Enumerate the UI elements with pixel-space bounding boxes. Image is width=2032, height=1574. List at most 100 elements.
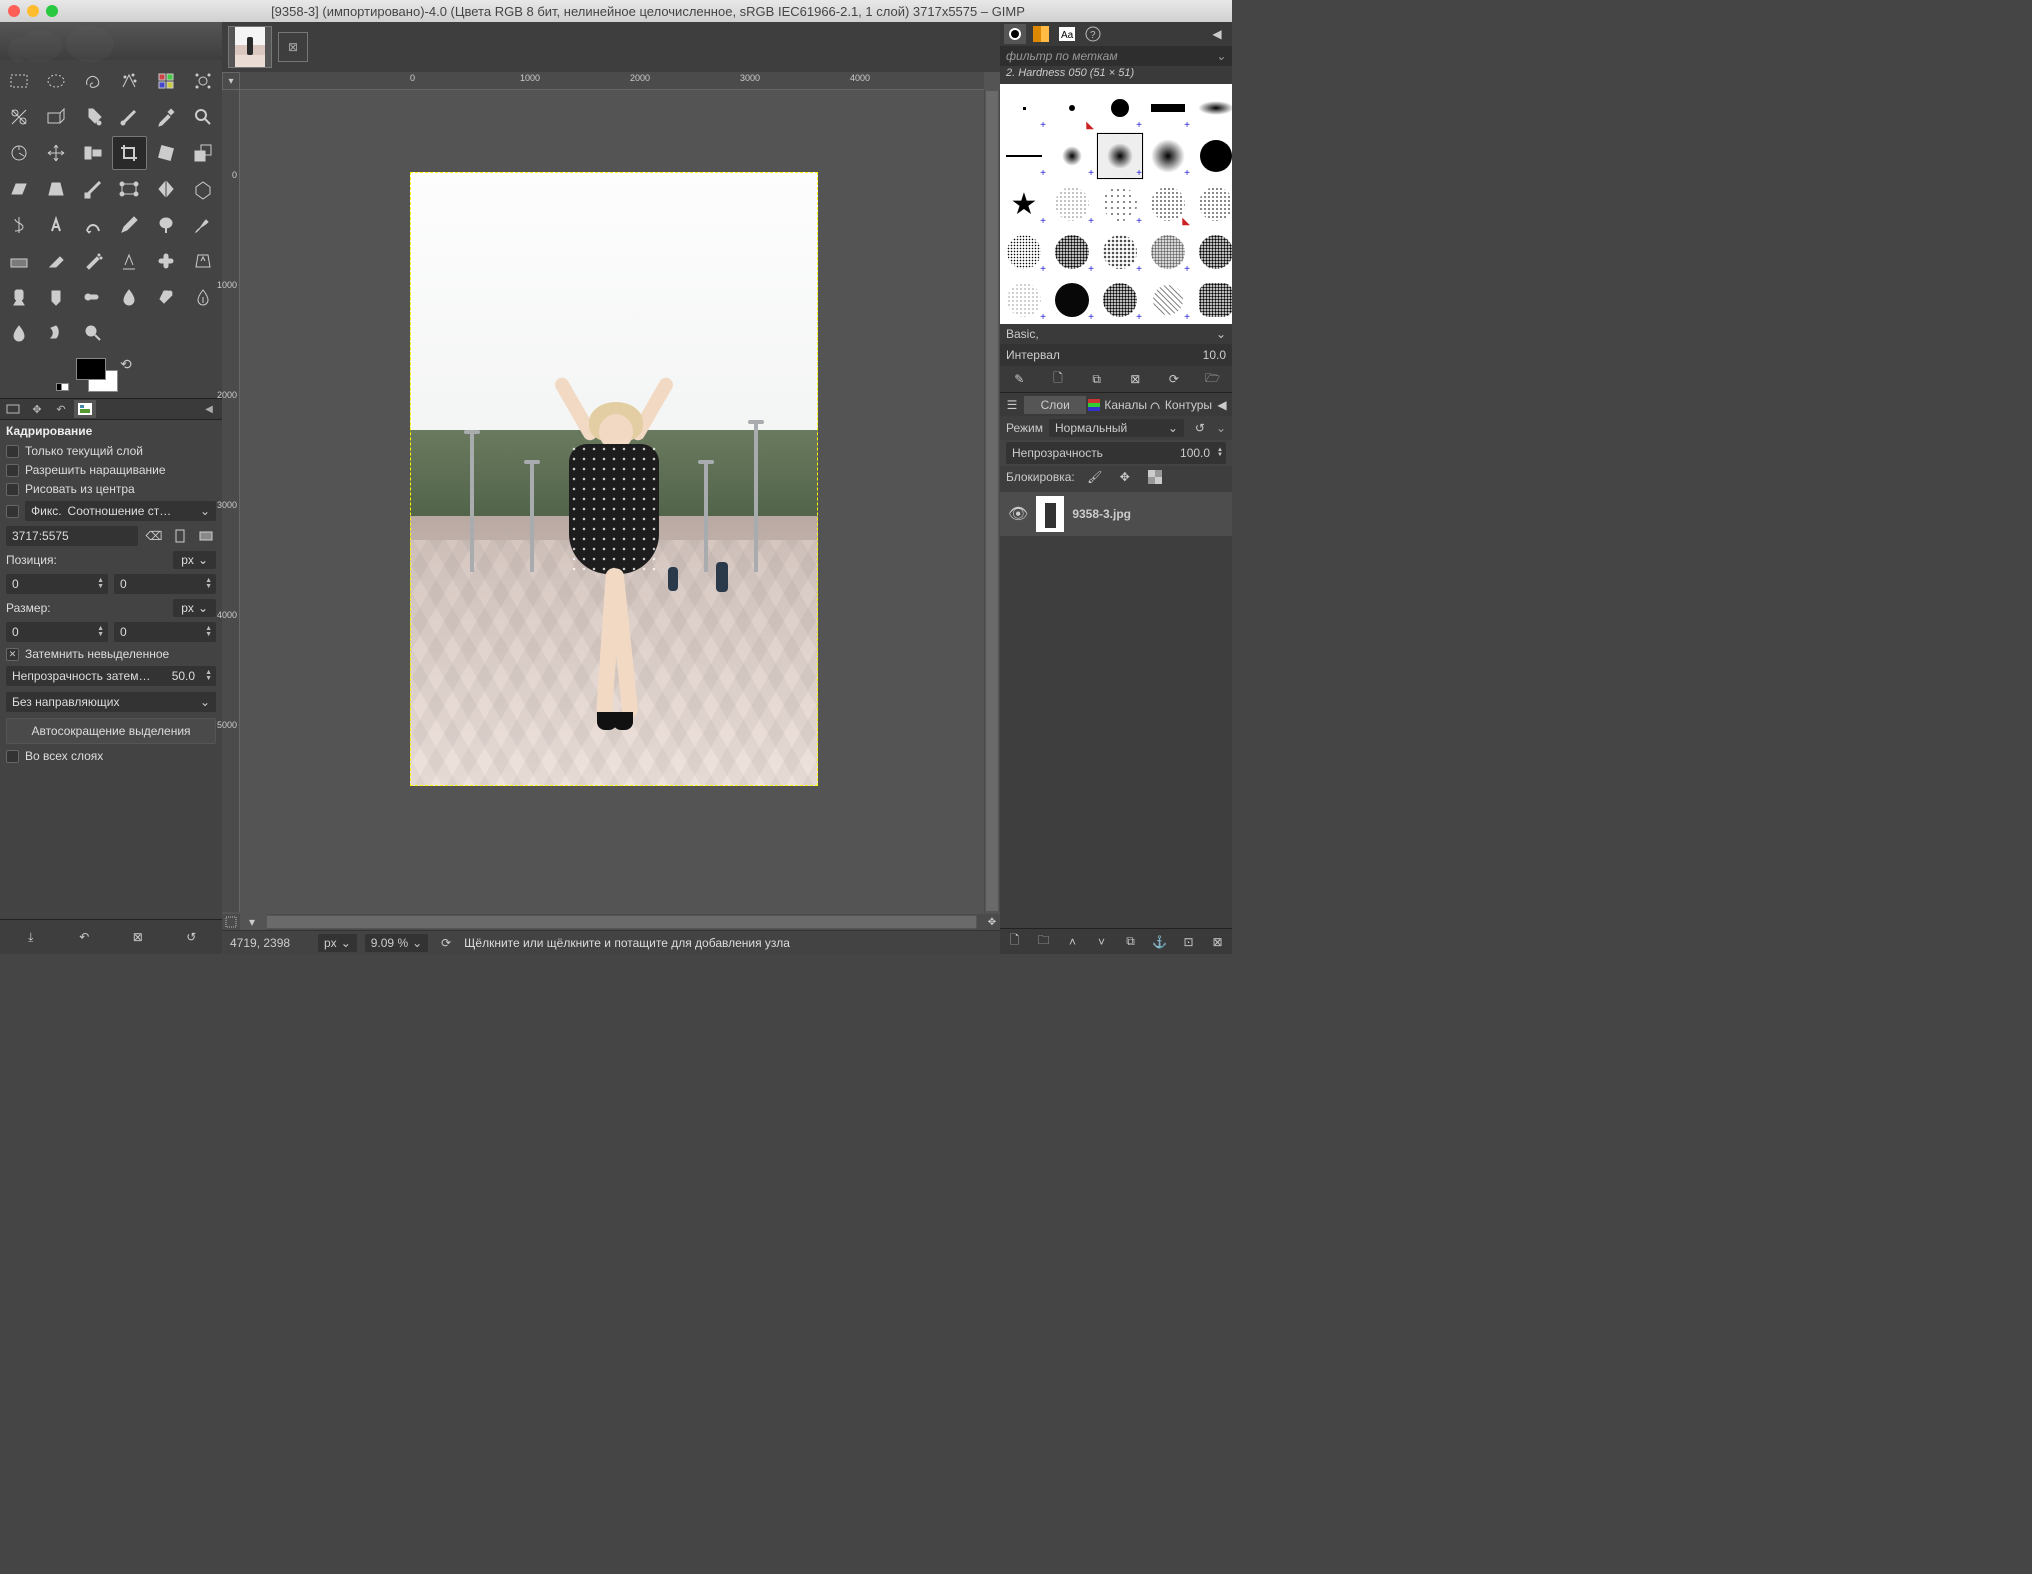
- brush-item[interactable]: +: [1048, 180, 1096, 228]
- brush-item[interactable]: +: [1048, 228, 1096, 276]
- swap-colors-icon[interactable]: ⟲: [120, 356, 132, 373]
- duplicate-brush-icon[interactable]: ⧉: [1087, 369, 1107, 389]
- navigation-icon[interactable]: ✥: [984, 914, 1000, 930]
- tab-fonts[interactable]: Aa: [1056, 24, 1078, 44]
- cage-tool[interactable]: [185, 172, 220, 206]
- smudge-tool[interactable]: [39, 280, 74, 314]
- tab-layers[interactable]: Слои: [1024, 396, 1086, 414]
- autoshrink-button[interactable]: Автосокращение выделения: [6, 718, 216, 744]
- guides-dropdown[interactable]: Без направляющих ⌄: [6, 692, 216, 712]
- blend-mode-dropdown[interactable]: Нормальный⌄: [1049, 419, 1184, 437]
- tab-brushes[interactable]: [1004, 24, 1026, 44]
- brush-item[interactable]: +: [1096, 180, 1144, 228]
- clone-tool[interactable]: [112, 244, 147, 278]
- ruler-horizontal[interactable]: 0 1000 2000 3000 4000: [240, 72, 984, 90]
- tab-paths[interactable]: Контуры: [1149, 396, 1212, 414]
- darken-checkbox[interactable]: [6, 648, 19, 661]
- tab-device[interactable]: [2, 400, 24, 418]
- tab-patterns[interactable]: [1030, 24, 1052, 44]
- new-brush-icon[interactable]: 🗋: [1048, 369, 1068, 389]
- rotate-view-icon[interactable]: ⟳: [436, 933, 456, 953]
- fixed-checkbox[interactable]: [6, 505, 19, 518]
- paintbrush-tool[interactable]: [2, 244, 37, 278]
- perspective-tool[interactable]: [39, 172, 74, 206]
- heal-tool[interactable]: [149, 244, 184, 278]
- brush-item[interactable]: +: [1096, 228, 1144, 276]
- new-layer-icon[interactable]: 🗋: [1005, 932, 1025, 952]
- from-center-checkbox[interactable]: [6, 483, 19, 496]
- paths-tool[interactable]: [39, 100, 74, 134]
- brush-item[interactable]: +: [1096, 132, 1144, 180]
- portrait-icon[interactable]: [170, 526, 190, 546]
- brush-item[interactable]: +: [1048, 132, 1096, 180]
- size-h-input[interactable]: 0▲▼: [114, 622, 216, 642]
- unified-transform-tool[interactable]: [75, 172, 110, 206]
- brush-item[interactable]: ◣: [1048, 84, 1096, 132]
- duplicate-layer-icon[interactable]: ⧉: [1121, 932, 1141, 952]
- size-w-input[interactable]: 0▲▼: [6, 622, 108, 642]
- align-tool[interactable]: [75, 136, 110, 170]
- handle-transform-tool[interactable]: [112, 172, 147, 206]
- visibility-icon[interactable]: 👁: [1008, 504, 1028, 524]
- shear-tool[interactable]: [2, 172, 37, 206]
- allow-growing-checkbox[interactable]: [6, 464, 19, 477]
- ellipse-select-tool[interactable]: [39, 64, 74, 98]
- brush-item[interactable]: +: [1096, 84, 1144, 132]
- scale-tool[interactable]: [185, 136, 220, 170]
- tab-tool-options[interactable]: [74, 400, 96, 418]
- pencil-tool[interactable]: [112, 208, 147, 242]
- refresh-brush-icon[interactable]: ⟳: [1164, 369, 1184, 389]
- brush-item[interactable]: +: [1096, 276, 1144, 324]
- mask-layer-icon[interactable]: ⊡: [1179, 932, 1199, 952]
- delete-layer-icon[interactable]: ⊠: [1208, 932, 1228, 952]
- tab-pointer[interactable]: ✥: [26, 400, 48, 418]
- brush-item[interactable]: +: [1192, 132, 1232, 180]
- tab-history[interactable]: ↶: [50, 400, 72, 418]
- dock-menu-icon[interactable]: ◀: [1212, 395, 1232, 415]
- dock-config-icon[interactable]: ☰: [1000, 395, 1024, 415]
- airbrush-tool[interactable]: [75, 244, 110, 278]
- raise-layer-icon[interactable]: ˄: [1063, 932, 1083, 952]
- layer-item[interactable]: 👁 9358-3.jpg: [1000, 492, 1232, 536]
- foreground-select-tool[interactable]: [2, 100, 37, 134]
- ruler-origin-icon[interactable]: ▾: [222, 72, 240, 90]
- dock-menu-icon[interactable]: ◀: [1206, 24, 1228, 44]
- landscape-icon[interactable]: [196, 526, 216, 546]
- brush-item[interactable]: ◣: [1144, 180, 1192, 228]
- unit-dropdown[interactable]: px⌄: [318, 934, 357, 952]
- clear-ratio-icon[interactable]: ⌫: [144, 526, 164, 546]
- dodge-burn-tool[interactable]: [75, 280, 110, 314]
- quick-mask-icon[interactable]: [222, 914, 240, 930]
- maximize-window-button[interactable]: [46, 5, 58, 17]
- zoom-tool[interactable]: [185, 100, 220, 134]
- brush-category-dropdown[interactable]: Basic,⌄: [1000, 324, 1232, 344]
- text-tool[interactable]: [39, 208, 74, 242]
- ratio-input[interactable]: [6, 526, 138, 546]
- warp-tool[interactable]: [2, 208, 37, 242]
- restore-preset-icon[interactable]: ↶: [73, 926, 95, 948]
- position-x-input[interactable]: 0▲▼: [6, 574, 108, 594]
- brush-item[interactable]: +: [1192, 180, 1232, 228]
- rotate-tool[interactable]: [149, 136, 184, 170]
- all-layers-checkbox[interactable]: [6, 750, 19, 763]
- minimize-window-button[interactable]: [27, 5, 39, 17]
- delete-brush-icon[interactable]: ⊠: [1125, 369, 1145, 389]
- merge-down-icon[interactable]: ⚓: [1150, 932, 1170, 952]
- canvas[interactable]: [240, 90, 984, 912]
- delete-preset-icon[interactable]: ⊠: [127, 926, 149, 948]
- edit-brush-icon[interactable]: ✎: [1009, 369, 1029, 389]
- tab-help[interactable]: ?: [1082, 24, 1104, 44]
- measure-tool[interactable]: [2, 136, 37, 170]
- eraser-tool[interactable]: [39, 244, 74, 278]
- brush-item[interactable]: +: [1144, 228, 1192, 276]
- fuzzy-select-tool[interactable]: [112, 64, 147, 98]
- gradient-tool[interactable]: [112, 100, 147, 134]
- layer-name[interactable]: 9358-3.jpg: [1072, 507, 1131, 521]
- vertical-scrollbar[interactable]: [984, 90, 1000, 912]
- new-group-icon[interactable]: 🗀: [1034, 932, 1054, 952]
- rect-select-tool[interactable]: [2, 64, 37, 98]
- lock-pixels-icon[interactable]: 🖌: [1085, 467, 1105, 487]
- by-color-select-tool[interactable]: [149, 64, 184, 98]
- mypaint-tool[interactable]: [149, 208, 184, 242]
- current-layer-checkbox[interactable]: [6, 445, 19, 458]
